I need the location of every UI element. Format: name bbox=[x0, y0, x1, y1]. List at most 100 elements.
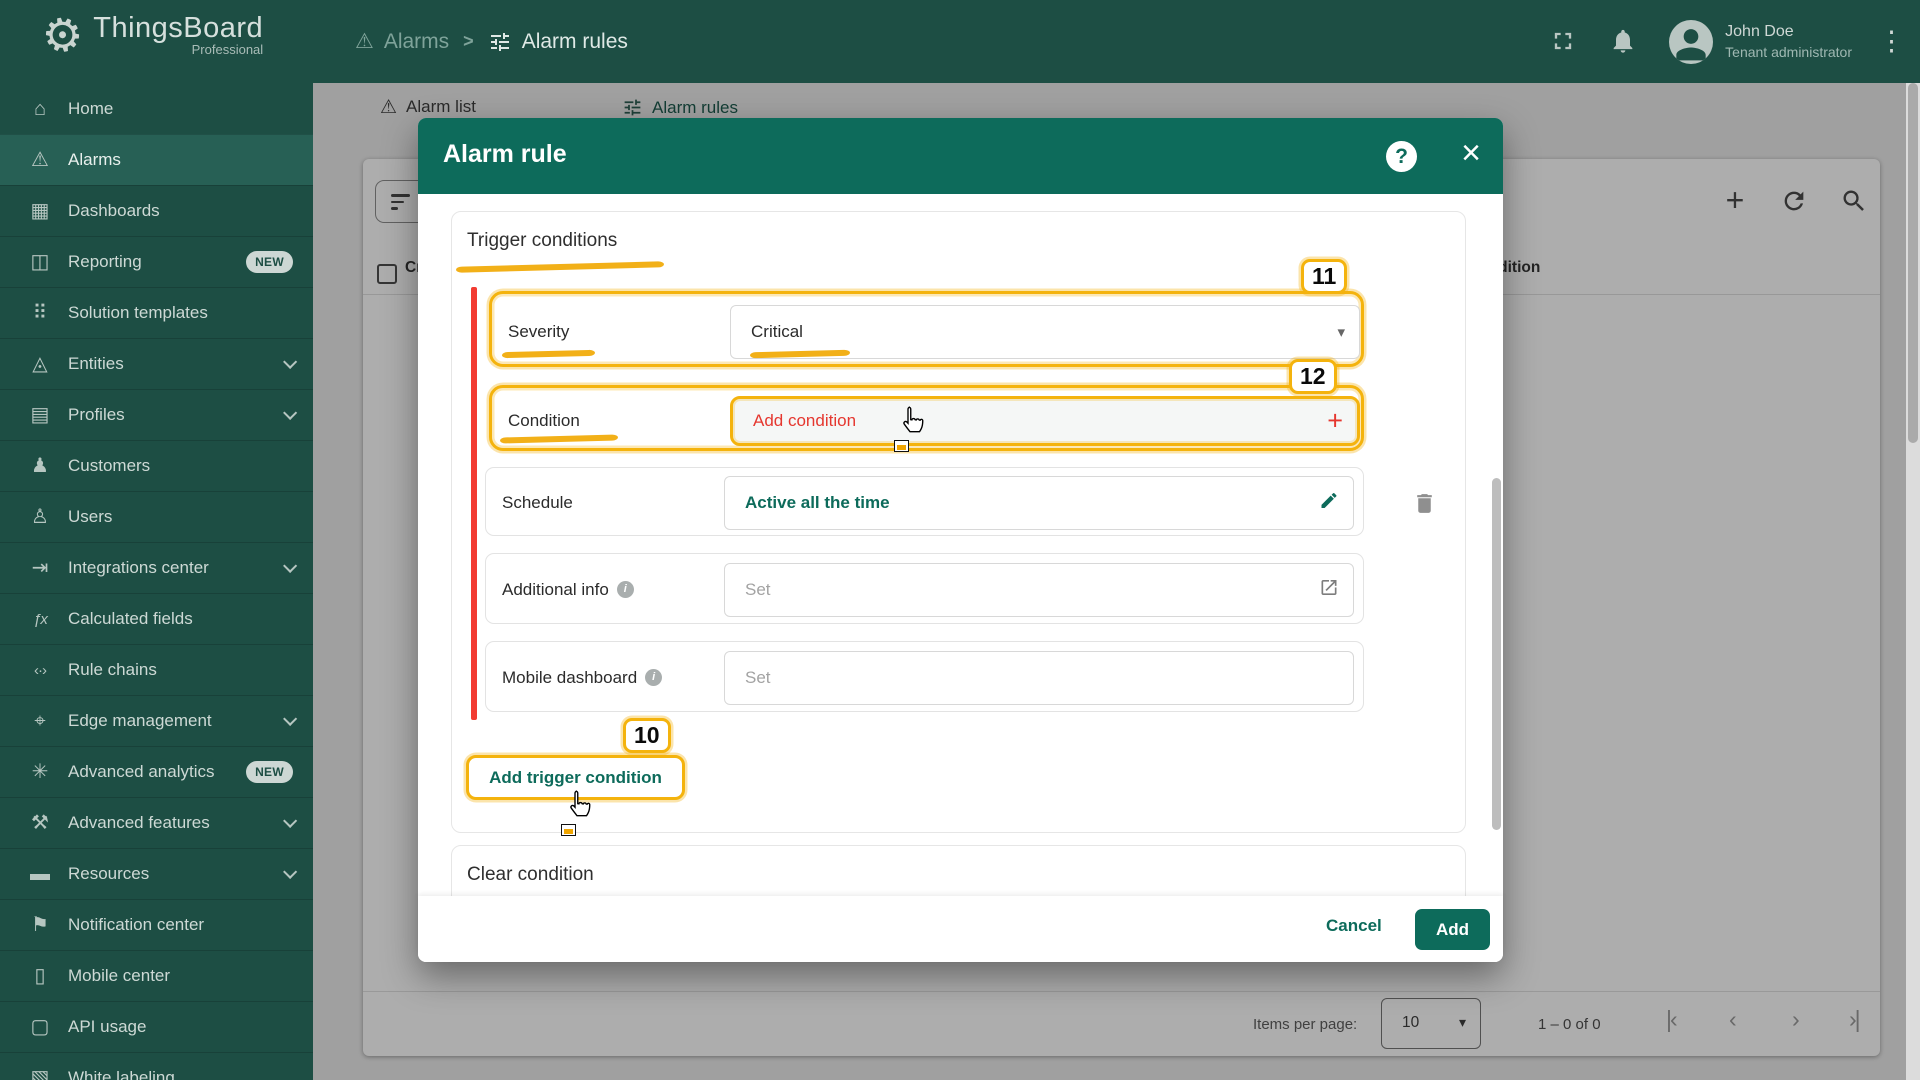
new-badge: NEW bbox=[246, 251, 293, 273]
chevron-down-icon bbox=[283, 405, 298, 420]
sidebar-item-users[interactable]: ♙ Users bbox=[0, 491, 313, 542]
user-info[interactable]: John Doe Tenant administrator bbox=[1725, 23, 1852, 60]
edge-antenna-icon: ⌖ bbox=[34, 710, 46, 732]
sidebar-item-notification-center[interactable]: ⚑ Notification center bbox=[0, 899, 313, 950]
sidebar-item-label: Advanced features bbox=[68, 813, 210, 832]
home-icon: ⌂ bbox=[33, 97, 47, 120]
severity-value: Critical bbox=[751, 322, 803, 341]
add-condition-plus-icon[interactable]: + bbox=[1327, 407, 1343, 435]
sidebar-item-entities[interactable]: ◬ Entities bbox=[0, 338, 313, 389]
sidebar-item-label: Solution templates bbox=[68, 303, 208, 322]
sidebar-item-profiles[interactable]: ▤ Profiles bbox=[0, 389, 313, 440]
chevron-down-icon bbox=[283, 558, 298, 573]
sidebar-item-label: Advanced analytics bbox=[68, 762, 215, 781]
breadcrumb-alarms[interactable]: ⚠ Alarms bbox=[355, 30, 449, 54]
step-badge-10: 10 bbox=[623, 718, 671, 753]
cancel-button[interactable]: Cancel bbox=[1326, 916, 1382, 936]
fullscreen-button[interactable] bbox=[1549, 27, 1579, 57]
sidebar-item-label: Calculated fields bbox=[68, 609, 193, 628]
schedule-label: Schedule bbox=[502, 492, 573, 512]
window-scrollbar[interactable] bbox=[1906, 83, 1920, 1080]
clear-condition-title: Clear condition bbox=[467, 864, 594, 885]
brand-name: ThingsBoard bbox=[93, 11, 264, 44]
sidebar-item-label: Dashboards bbox=[68, 201, 160, 220]
window-scrollbar-thumb[interactable] bbox=[1908, 83, 1918, 443]
sidebar-item-home[interactable]: ⌂ Home bbox=[0, 83, 313, 134]
reporting-icon: ◫ bbox=[30, 251, 50, 273]
warning-triangle-icon: ⚠ bbox=[355, 30, 374, 53]
clear-condition-section: Clear condition bbox=[451, 845, 1466, 896]
additional-info-field[interactable]: Set bbox=[724, 563, 1354, 617]
phone-icon: ▯ bbox=[34, 965, 46, 987]
profiles-icon: ▤ bbox=[30, 404, 50, 426]
sidebar-item-advanced-features[interactable]: ⚒ Advanced features bbox=[0, 797, 313, 848]
click-indicator bbox=[561, 824, 576, 836]
sidebar-item-solution-templates[interactable]: ⠿ Solution templates bbox=[0, 287, 313, 338]
entities-icon: ◬ bbox=[32, 353, 48, 375]
condition-label: Condition bbox=[508, 411, 580, 430]
mobile-dashboard-label: Mobile dashboard i bbox=[502, 642, 663, 713]
sidebar-item-mobile-center[interactable]: ▯ Mobile center bbox=[0, 950, 313, 1001]
user-avatar[interactable] bbox=[1669, 19, 1714, 64]
user-role: Tenant administrator bbox=[1725, 44, 1852, 60]
dropdown-arrow-icon: ▾ bbox=[1337, 324, 1345, 341]
tune-icon bbox=[490, 32, 509, 51]
sidebar-item-calculated-fields[interactable]: ƒx Calculated fields bbox=[0, 593, 313, 644]
sidebar-item-label: Profiles bbox=[68, 405, 125, 424]
integrations-icon: ⇥ bbox=[31, 557, 49, 579]
brand-edition: Professional bbox=[191, 42, 264, 58]
customers-icon: ♟ bbox=[31, 455, 49, 477]
sidebar-item-label: White labeling bbox=[68, 1068, 175, 1080]
chevron-down-icon bbox=[283, 813, 298, 828]
page-title: Alarm rules bbox=[521, 29, 628, 53]
analytics-icon: ✳ bbox=[31, 761, 49, 783]
open-additional-info-button[interactable] bbox=[1319, 578, 1339, 603]
sidebar-item-customers[interactable]: ♟ Customers bbox=[0, 440, 313, 491]
dialog-body: Trigger conditions Severity Critical ▾ 1… bbox=[418, 194, 1503, 896]
sidebar-item-dashboards[interactable]: ▦ Dashboards bbox=[0, 185, 313, 236]
close-icon[interactable]: × bbox=[1454, 134, 1488, 173]
mobile-dashboard-field[interactable]: Set bbox=[724, 651, 1354, 705]
notifications-button[interactable] bbox=[1609, 27, 1639, 57]
delete-trigger-condition-button[interactable] bbox=[1412, 491, 1437, 516]
add-button[interactable]: Add bbox=[1415, 909, 1490, 950]
sidebar-item-alarms[interactable]: ⚠ Alarms bbox=[0, 134, 313, 185]
step-badge-12: 12 bbox=[1289, 359, 1337, 394]
sidebar-item-reporting[interactable]: ◫ Reporting NEW bbox=[0, 236, 313, 287]
sidebar-item-edge-management[interactable]: ⌖ Edge management bbox=[0, 695, 313, 746]
sidebar-item-label: API usage bbox=[68, 1017, 147, 1036]
dialog-footer: Cancel Add bbox=[418, 896, 1503, 962]
thingsboard-logo[interactable]: ⚙ ThingsBoard Professional bbox=[37, 5, 264, 64]
trigger-conditions-section: Trigger conditions Severity Critical ▾ 1… bbox=[451, 211, 1466, 836]
chevron-down-icon bbox=[283, 864, 298, 879]
rule-chains-icon: ‹·› bbox=[34, 661, 47, 679]
schedule-value[interactable]: Active all the time bbox=[745, 493, 890, 513]
add-condition-action[interactable]: Add condition bbox=[753, 411, 856, 431]
sidebar-item-advanced-analytics[interactable]: ✳ Advanced analytics NEW bbox=[0, 746, 313, 797]
dialog-scrollbar-thumb[interactable] bbox=[1492, 478, 1501, 830]
bell-icon bbox=[1613, 29, 1633, 53]
sidebar-item-rule-chains[interactable]: ‹·› Rule chains bbox=[0, 644, 313, 695]
sidebar-item-label: Entities bbox=[68, 354, 124, 373]
sidebar-item-resources[interactable]: ▬ Resources bbox=[0, 848, 313, 899]
sidebar-item-api-usage[interactable]: ▢ API usage bbox=[0, 1001, 313, 1052]
required-red-bar bbox=[471, 287, 477, 720]
users-icon: ♙ bbox=[31, 506, 49, 528]
info-icon[interactable]: i bbox=[645, 669, 663, 686]
sidebar-item-white-labeling[interactable]: ▧ White labeling bbox=[0, 1052, 313, 1080]
highlight-underline bbox=[501, 349, 596, 359]
step-badge-11: 11 bbox=[1301, 259, 1348, 294]
schedule-field[interactable]: Active all the time bbox=[724, 476, 1354, 530]
help-icon[interactable]: ? bbox=[1386, 141, 1417, 172]
kebab-menu-icon[interactable]: ⋮ bbox=[1878, 26, 1905, 57]
fullscreen-icon bbox=[1554, 32, 1572, 49]
severity-label: Severity bbox=[508, 322, 570, 341]
edit-schedule-button[interactable] bbox=[1319, 491, 1339, 516]
additional-info-placeholder: Set bbox=[745, 580, 771, 599]
sidebar-item-label: Mobile center bbox=[68, 966, 171, 985]
add-condition-field[interactable]: Add condition + bbox=[730, 396, 1360, 446]
info-icon[interactable]: i bbox=[616, 581, 634, 598]
function-icon: ƒx bbox=[33, 610, 48, 628]
trigger-conditions-title: Trigger conditions bbox=[467, 230, 618, 251]
sidebar-item-integrations-center[interactable]: ⇥ Integrations center bbox=[0, 542, 313, 593]
